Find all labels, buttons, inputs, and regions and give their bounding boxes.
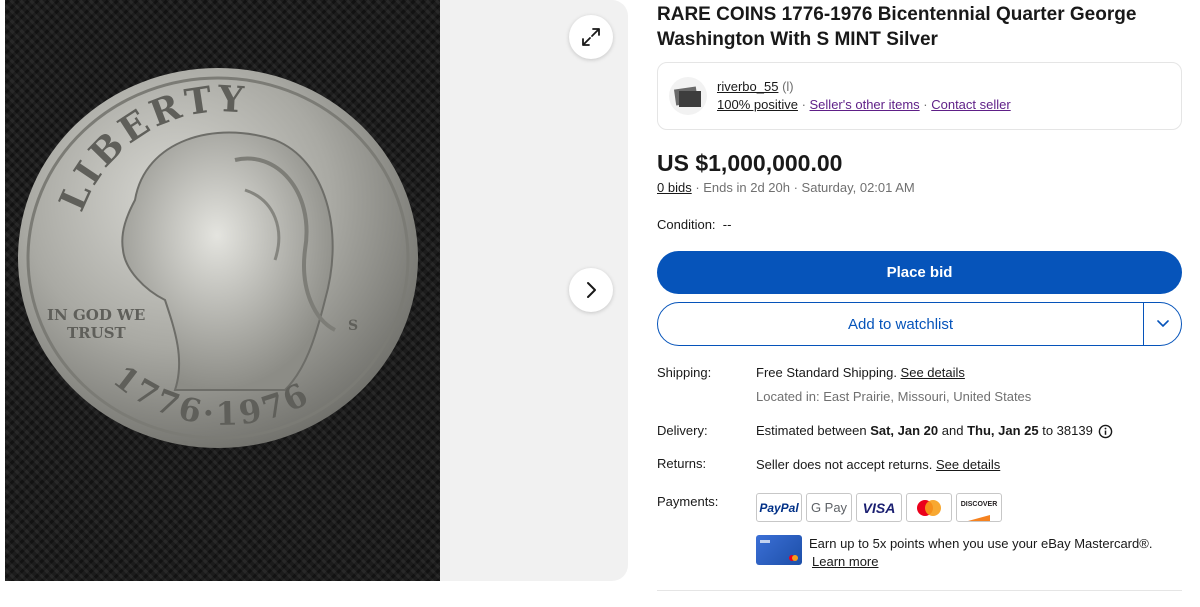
promo-text: Earn up to 5x points when you use your e… [809, 536, 1153, 551]
listing-page: LIBERTY 1776·1976 IN GOD WE TRUST S RARE… [0, 0, 1200, 607]
condition-row: Condition: -- [657, 217, 1182, 232]
place-bid-button[interactable]: Place bid [657, 251, 1182, 294]
ebay-mastercard-promo: Earn up to 5x points when you use your e… [756, 535, 1182, 571]
coin-mint-mark: S [348, 318, 358, 334]
returns-label: Returns: [657, 456, 707, 471]
item-price: US $1,000,000.00 [657, 150, 843, 176]
payments-label: Payments: [657, 494, 719, 509]
delivery-label: Delivery: [657, 423, 708, 438]
section-divider [657, 590, 1182, 591]
item-details: Shipping: Free Standard Shipping. See de… [657, 364, 1182, 571]
expand-image-button[interactable] [569, 15, 613, 59]
seller-name-link[interactable]: riverbo_55 [717, 79, 778, 94]
mastercard-circles-icon [917, 499, 941, 516]
discover-stripe-icon [968, 515, 990, 521]
condition-value: -- [722, 217, 732, 232]
coin-illustration: LIBERTY 1776·1976 IN GOD WE TRUST S [18, 68, 418, 448]
discover-logo: DISCOVER [956, 493, 1002, 522]
chevron-right-icon [587, 282, 596, 298]
delivery-start-date: Sat, Jan 20 [870, 423, 939, 438]
item-info: RARE COINS 1776-1976 Bicentennial Quarte… [657, 0, 1182, 571]
info-icon[interactable] [1098, 424, 1113, 439]
contact-seller-link[interactable]: Contact seller [931, 97, 1010, 112]
chevron-down-icon [1156, 320, 1169, 328]
bids-count-link[interactable]: 0 bids [657, 180, 692, 195]
coin-motto-line1: IN GOD WE [47, 306, 145, 324]
separator-dot: · [919, 97, 932, 112]
bid-info: 0 bids · Ends in 2d 20h · Saturday, 02:0… [657, 179, 1182, 197]
item-location: Located in: East Prairie, Missouri, Unit… [756, 389, 1032, 404]
delivery-zip: to 38139 [1038, 423, 1093, 438]
expand-arrows-icon [582, 28, 600, 46]
ebay-mastercard-card-icon [756, 535, 802, 565]
coin-motto-line2: TRUST [67, 324, 127, 342]
delivery-and: and [938, 423, 968, 438]
card-mark-icon [760, 540, 798, 561]
delivery-end-date: Thu, Jan 25 [967, 423, 1039, 438]
seller-feedback-link[interactable]: 100% positive [717, 97, 798, 112]
payments-row: Payments: PayPal G Pay VISA DISCOVER Ear… [657, 493, 1182, 571]
item-title: RARE COINS 1776-1976 Bicentennial Quarte… [657, 4, 1137, 50]
watchlist-dropdown-button[interactable] [1143, 303, 1181, 345]
condition-label: Condition: [657, 217, 716, 232]
returns-row: Returns: Seller does not accept returns.… [657, 455, 1182, 474]
delivery-row: Delivery: Estimated between Sat, Jan 20 … [657, 422, 1182, 440]
mastercard-logo [906, 493, 952, 522]
visa-logo: VISA [856, 493, 902, 522]
learn-more-link[interactable]: Learn more [812, 554, 878, 569]
store-image-icon [673, 86, 701, 107]
shipping-row: Shipping: Free Standard Shipping. See de… [657, 364, 1182, 406]
delivery-prefix: Estimated between [756, 423, 867, 438]
shipping-see-details-link[interactable]: See details [901, 365, 965, 380]
shipping-label: Shipping: [657, 365, 712, 380]
returns-see-details-link[interactable]: See details [936, 457, 1000, 472]
separator-dot: · [797, 97, 810, 112]
seller-other-items-link[interactable]: Seller's other items [810, 97, 920, 112]
coin-photo[interactable]: LIBERTY 1776·1976 IN GOD WE TRUST S [5, 0, 440, 581]
seller-avatar[interactable] [669, 77, 707, 115]
shipping-value: Free Standard Shipping. [756, 365, 901, 380]
paypal-logo: PayPal [756, 493, 802, 522]
payment-methods: PayPal G Pay VISA DISCOVER [756, 493, 1182, 522]
image-gallery: LIBERTY 1776·1976 IN GOD WE TRUST S [5, 0, 628, 581]
seller-card: riverbo_55 (l) 100% positive · Seller's … [657, 62, 1182, 130]
watchlist-button-group: Add to watchlist [657, 302, 1182, 346]
auction-end-time: · Ends in 2d 20h · Saturday, 02:01 AM [691, 180, 915, 195]
add-to-watchlist-button[interactable]: Add to watchlist [658, 303, 1143, 345]
next-image-button[interactable] [569, 268, 613, 312]
seller-rating: (l) [782, 79, 794, 94]
seller-details: riverbo_55 (l) 100% positive · Seller's … [717, 78, 1011, 114]
returns-value: Seller does not accept returns. [756, 457, 936, 472]
google-pay-logo: G Pay [806, 493, 852, 522]
